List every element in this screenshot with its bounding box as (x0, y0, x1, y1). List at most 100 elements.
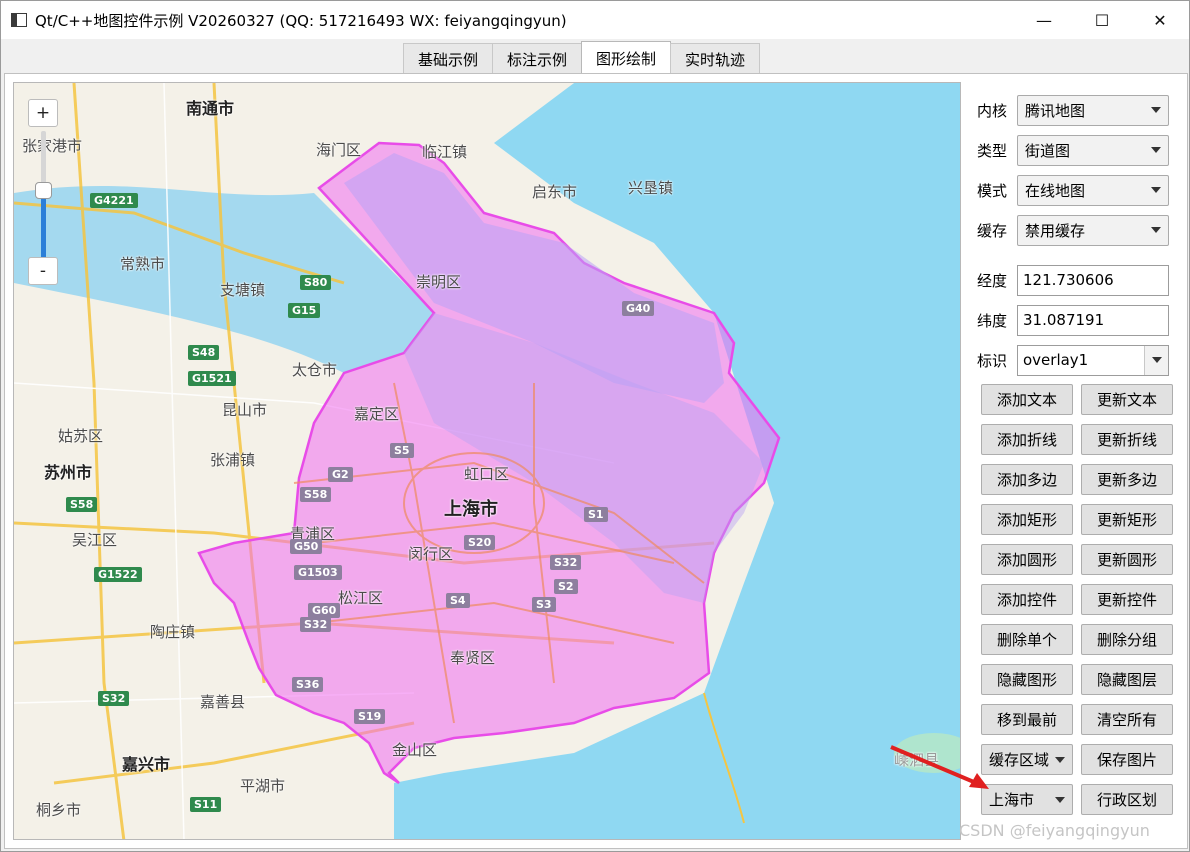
tab-realtime-track[interactable]: 实时轨迹 (670, 43, 761, 74)
id-combo[interactable]: overlay1 (1017, 344, 1169, 376)
save-image-button[interactable]: 保存图片 (1081, 744, 1173, 775)
map-view[interactable]: 南通市 张家港市 海门区 临江镇 启东市 兴垦镇 常熟市 崇明区 支塘镇 太仓市… (13, 82, 961, 840)
cache-select-value: 禁用缓存 (1025, 221, 1086, 240)
chevron-down-icon (1055, 756, 1065, 763)
update-polygon-button[interactable]: 更新多边 (1081, 464, 1173, 495)
road-shield: S36 (292, 677, 324, 692)
chevron-down-icon (1055, 796, 1065, 803)
update-polyline-button[interactable]: 更新折线 (1081, 424, 1173, 455)
mode-select[interactable]: 在线地图 (1017, 174, 1169, 206)
map-label-suzhou: 苏州市 (44, 463, 93, 482)
kernel-label: 内核 (977, 101, 1008, 120)
delete-group-button[interactable]: 删除分组 (1081, 624, 1173, 655)
zoom-slider-thumb[interactable] (35, 181, 52, 199)
add-rect-button[interactable]: 添加矩形 (981, 504, 1073, 535)
map-label-songjiang: 松江区 (338, 589, 384, 607)
road-shield: S5 (390, 443, 414, 458)
map-canvas (14, 83, 960, 839)
road-shield: G60 (308, 603, 341, 618)
map-label-linjiang: 临江镇 (422, 143, 468, 161)
road-shield: G1522 (94, 567, 142, 582)
mode-select-value: 在线地图 (1025, 181, 1086, 200)
road-shield: S32 (550, 555, 582, 570)
road-shield: G50 (290, 539, 323, 554)
id-combo-dropdown[interactable] (1144, 345, 1168, 375)
add-polyline-button[interactable]: 添加折线 (981, 424, 1073, 455)
annotation-arrow (890, 745, 989, 789)
add-circle-button[interactable]: 添加圆形 (981, 544, 1073, 575)
road-shield: S1 (584, 507, 608, 522)
map-label-jiading: 嘉定区 (354, 405, 400, 423)
map-label-pinghu: 平湖市 (240, 777, 286, 795)
longitude-input[interactable]: 121.730606 (1017, 264, 1169, 296)
road-shield: S48 (188, 345, 220, 360)
road-shield: S32 (300, 617, 332, 632)
type-select[interactable]: 街道图 (1017, 134, 1169, 166)
latitude-input[interactable]: 31.087191 (1017, 304, 1169, 336)
map-label-taozhuang: 陶庄镇 (150, 623, 196, 641)
tab-bar: 基础示例 标注示例 图形绘制 实时轨迹 (403, 41, 761, 74)
road-shield: S80 (300, 275, 332, 290)
chevron-down-icon (1151, 357, 1162, 363)
road-shield: S32 (98, 691, 130, 706)
road-shield: S20 (464, 535, 496, 550)
road-shield: S4 (446, 593, 470, 608)
chevron-down-icon (1151, 147, 1161, 153)
clear-all-button[interactable]: 清空所有 (1081, 704, 1173, 735)
zoom-slider[interactable] (35, 131, 52, 261)
map-label-hongkou: 虹口区 (464, 465, 510, 483)
admin-division-button[interactable]: 行政区划 (1081, 784, 1173, 815)
cache-select[interactable]: 禁用缓存 (1017, 214, 1169, 246)
window-title: Qt/C++地图控件示例 V20260327 (QQ: 517216493 WX… (35, 11, 567, 30)
map-label-tongxiang: 桐乡市 (36, 801, 82, 819)
map-label-chongming: 崇明区 (416, 273, 462, 291)
road-shield: G15 (288, 303, 321, 318)
add-text-button[interactable]: 添加文本 (981, 384, 1073, 415)
chevron-down-icon (1151, 227, 1161, 233)
minimize-button[interactable]: — (1015, 1, 1073, 39)
hide-shape-button[interactable]: 隐藏图形 (981, 664, 1073, 695)
map-label-xinggang: 兴垦镇 (628, 179, 674, 197)
cache-label: 缓存 (977, 221, 1008, 240)
zoom-in-button[interactable]: + (28, 99, 58, 127)
kernel-select[interactable]: 腾讯地图 (1017, 94, 1169, 126)
tab-marker[interactable]: 标注示例 (492, 43, 583, 74)
delete-single-button[interactable]: 删除单个 (981, 624, 1073, 655)
road-shield: G40 (622, 301, 655, 316)
update-rect-button[interactable]: 更新矩形 (1081, 504, 1173, 535)
map-label-wujiang: 吴江区 (72, 531, 118, 549)
road-shield: G2 (328, 467, 353, 482)
map-label-qidong: 启东市 (532, 183, 578, 201)
road-shield: S3 (532, 597, 556, 612)
map-label-zhangpu: 张浦镇 (210, 451, 256, 469)
add-control-button[interactable]: 添加控件 (981, 584, 1073, 615)
tab-shape-draw[interactable]: 图形绘制 (581, 41, 672, 74)
tab-basic[interactable]: 基础示例 (403, 43, 494, 74)
map-label-gusu: 姑苏区 (58, 427, 104, 445)
map-label-kunshan: 昆山市 (222, 401, 268, 419)
id-combo-value[interactable]: overlay1 (1023, 351, 1088, 369)
maximize-button[interactable]: ☐ (1073, 1, 1131, 39)
update-text-button[interactable]: 更新文本 (1081, 384, 1173, 415)
latitude-label: 纬度 (977, 311, 1008, 330)
map-label-haimen: 海门区 (316, 141, 362, 159)
control-panel: 内核 腾讯地图 类型 街道图 模式 在线地图 缓存 禁用缓存 经度 121.73… (969, 82, 1179, 842)
road-shield: S2 (554, 579, 578, 594)
map-label-zhixuzhen: 支塘镇 (220, 281, 266, 299)
hide-layer-button[interactable]: 隐藏图层 (1081, 664, 1173, 695)
map-label-minhang: 闵行区 (408, 545, 454, 563)
road-shield: S19 (354, 709, 386, 724)
type-label: 类型 (977, 141, 1008, 160)
move-front-button[interactable]: 移到最前 (981, 704, 1073, 735)
add-polygon-button[interactable]: 添加多边 (981, 464, 1073, 495)
mode-label: 模式 (977, 181, 1008, 200)
update-control-button[interactable]: 更新控件 (1081, 584, 1173, 615)
map-label-jiashan: 嘉善县 (200, 693, 246, 711)
road-shield: G1503 (294, 565, 342, 580)
zoom-out-button[interactable]: - (28, 257, 58, 285)
update-circle-button[interactable]: 更新圆形 (1081, 544, 1173, 575)
map-label-shanghai: 上海市 (444, 499, 498, 520)
zoom-slider-fill (41, 189, 46, 261)
close-button[interactable]: ✕ (1131, 1, 1189, 39)
map-label-zhangjiagang: 张家港市 (22, 137, 83, 155)
